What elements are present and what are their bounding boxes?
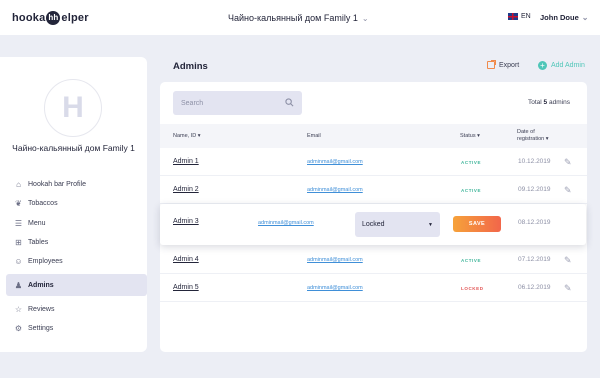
total-count: Total 5 admins (528, 99, 570, 106)
page-title: Admins (173, 61, 208, 72)
admin-icon: ♟ (14, 280, 23, 290)
sort-icon: ▾ (197, 133, 201, 139)
leaf-icon: ❦ (15, 199, 22, 209)
edit-pencil-icon[interactable]: ✎ (564, 283, 572, 294)
export-button[interactable]: Export (487, 60, 520, 69)
sidebar-item-reviews[interactable]: ☆ Reviews (6, 299, 147, 318)
table-row: Admin 4 adminmail@gmail.com ACTIVE 07.12… (160, 246, 587, 274)
home-icon: ⌂ (16, 180, 21, 190)
registration-date: 07.12.2019 (518, 256, 551, 263)
logo[interactable]: hooka hh elper (12, 11, 89, 25)
search-icon (285, 97, 294, 109)
table-row: Admin 1 adminmail@gmail.com ACTIVE 10.12… (160, 148, 587, 176)
star-icon: ☆ (14, 304, 23, 314)
admin-name-link[interactable]: Admin 5 (173, 284, 199, 291)
admin-name-link[interactable]: Admin 2 (173, 186, 199, 193)
sort-icon: ▾ (545, 135, 549, 142)
logo-text-left: hooka (12, 12, 46, 24)
save-button[interactable]: SAVE (453, 216, 501, 232)
table-header: Name, ID ▾ Email Status ▾ Date of regist… (160, 124, 587, 148)
sidebar-item-settings[interactable]: ⚙ Settings (6, 319, 147, 338)
add-admin-button[interactable]: + Add Admin (538, 61, 585, 70)
sidebar-item-label: Hookah bar Profile (28, 181, 86, 189)
total-prefix: Total (528, 99, 542, 106)
status-badge: ACTIVE (461, 188, 482, 193)
sidebar-item-menu[interactable]: ☰ Menu (6, 214, 147, 233)
sidebar-item-label: Tables (28, 239, 49, 247)
main-content: Admins Export + Add Admin Search Total 5… (160, 57, 600, 352)
registration-date: 06.12.2019 (518, 284, 551, 291)
menu-icon: ☰ (14, 218, 23, 228)
admin-name-link[interactable]: Admin 1 (173, 158, 199, 165)
sidebar-item-label: Admins (28, 281, 54, 289)
status-select-value: Locked (362, 221, 385, 228)
employees-icon: ☺ (14, 257, 23, 267)
column-header-status[interactable]: Status ▾ (460, 133, 480, 139)
logo-text-right: elper (61, 12, 89, 24)
column-header-email: Email (307, 133, 321, 139)
column-header-date[interactable]: Date of registration ▾ (517, 129, 549, 142)
total-suffix: admins (548, 99, 570, 106)
avatar-letter: H (62, 91, 84, 124)
sidebar-item-hookah-bar-profile[interactable]: ⌂ Hookah bar Profile (6, 175, 147, 194)
export-label: Export (499, 61, 520, 69)
sidebar-venue-name: Чайно-кальянный дом Family 1 (12, 143, 135, 153)
user-menu[interactable]: John Doue ⌄ (540, 13, 588, 22)
export-icon (487, 60, 496, 69)
admin-email-link[interactable]: adminmail@gmail.com (307, 285, 363, 291)
total-number: 5 (543, 99, 548, 106)
logo-mark: hh (46, 11, 61, 25)
status-badge: ACTIVE (461, 258, 482, 263)
registration-date: 08.12.2019 (518, 219, 551, 226)
status-badge: LOCKED (461, 286, 484, 291)
admin-email-link[interactable]: adminmail@gmail.com (307, 257, 363, 263)
sidebar-item-label: Employees (28, 258, 63, 266)
status-badge: ACTIVE (461, 160, 482, 165)
admin-email-link[interactable]: adminmail@gmail.com (307, 159, 363, 165)
sidebar-item-label: Tobaccos (28, 200, 58, 208)
language-selector[interactable]: EN (508, 13, 531, 20)
venue-avatar: H (44, 79, 102, 137)
venue-selector[interactable]: Чайно-кальянный дом Family 1 ⌄ (228, 13, 369, 23)
language-label: EN (521, 13, 531, 20)
sidebar-item-label: Menu (28, 219, 46, 227)
sidebar-item-employees[interactable]: ☺ Employees (6, 252, 147, 271)
sidebar-item-label: Reviews (28, 305, 55, 313)
table-icon: ⊞ (15, 238, 22, 248)
caret-down-icon: ▼ (428, 221, 433, 228)
table-row-editing: Admin 3 adminmail@gmail.com Locked ▼ SAV… (160, 204, 586, 245)
edit-pencil-icon[interactable]: ✎ (564, 157, 572, 168)
edit-pencil-icon[interactable]: ✎ (564, 255, 572, 266)
admin-email-link[interactable]: adminmail@gmail.com (307, 187, 363, 193)
table-row: Admin 2 adminmail@gmail.com ACTIVE 09.12… (160, 176, 587, 204)
top-bar: hooka hh elper Чайно-кальянный дом Famil… (0, 0, 600, 35)
search-placeholder: Search (181, 99, 204, 107)
admin-email-link[interactable]: adminmail@gmail.com (258, 220, 314, 226)
uk-flag-icon (508, 13, 518, 20)
registration-date: 10.12.2019 (518, 158, 551, 165)
sidebar: H Чайно-кальянный дом Family 1 ⌂ Hookah … (0, 57, 147, 352)
registration-date: 09.12.2019 (518, 186, 551, 193)
edit-pencil-icon[interactable]: ✎ (564, 185, 572, 196)
sidebar-nav: ⌂ Hookah bar Profile ❦ Tobaccos ☰ Menu ⊞… (6, 175, 147, 338)
table-row: Admin 5 adminmail@gmail.com LOCKED 06.12… (160, 274, 587, 302)
chevron-down-icon: ⌄ (581, 13, 589, 22)
sidebar-item-tobaccos[interactable]: ❦ Tobaccos (6, 194, 147, 213)
sidebar-item-tables[interactable]: ⊞ Tables (6, 233, 147, 252)
search-input[interactable]: Search (173, 91, 302, 115)
column-header-name[interactable]: Name, ID ▾ (173, 133, 201, 139)
venue-selector-label: Чайно-кальянный дом Family 1 (228, 13, 358, 23)
gear-icon: ⚙ (14, 323, 23, 333)
user-name: John Doue (540, 13, 579, 22)
admin-name-link[interactable]: Admin 3 (173, 218, 199, 225)
add-admin-label: Add Admin (551, 62, 585, 69)
sidebar-item-admins[interactable]: ♟ Admins (6, 274, 147, 297)
sidebar-item-label: Settings (28, 324, 54, 332)
chevron-down-icon: ⌄ (361, 13, 369, 23)
admins-table-card: Search Total 5 admins Name, ID ▾ Email S… (160, 82, 587, 352)
sort-icon: ▾ (477, 133, 480, 139)
plus-icon: + (538, 61, 547, 70)
admin-name-link[interactable]: Admin 4 (173, 256, 199, 263)
status-select[interactable]: Locked ▼ (355, 212, 440, 237)
